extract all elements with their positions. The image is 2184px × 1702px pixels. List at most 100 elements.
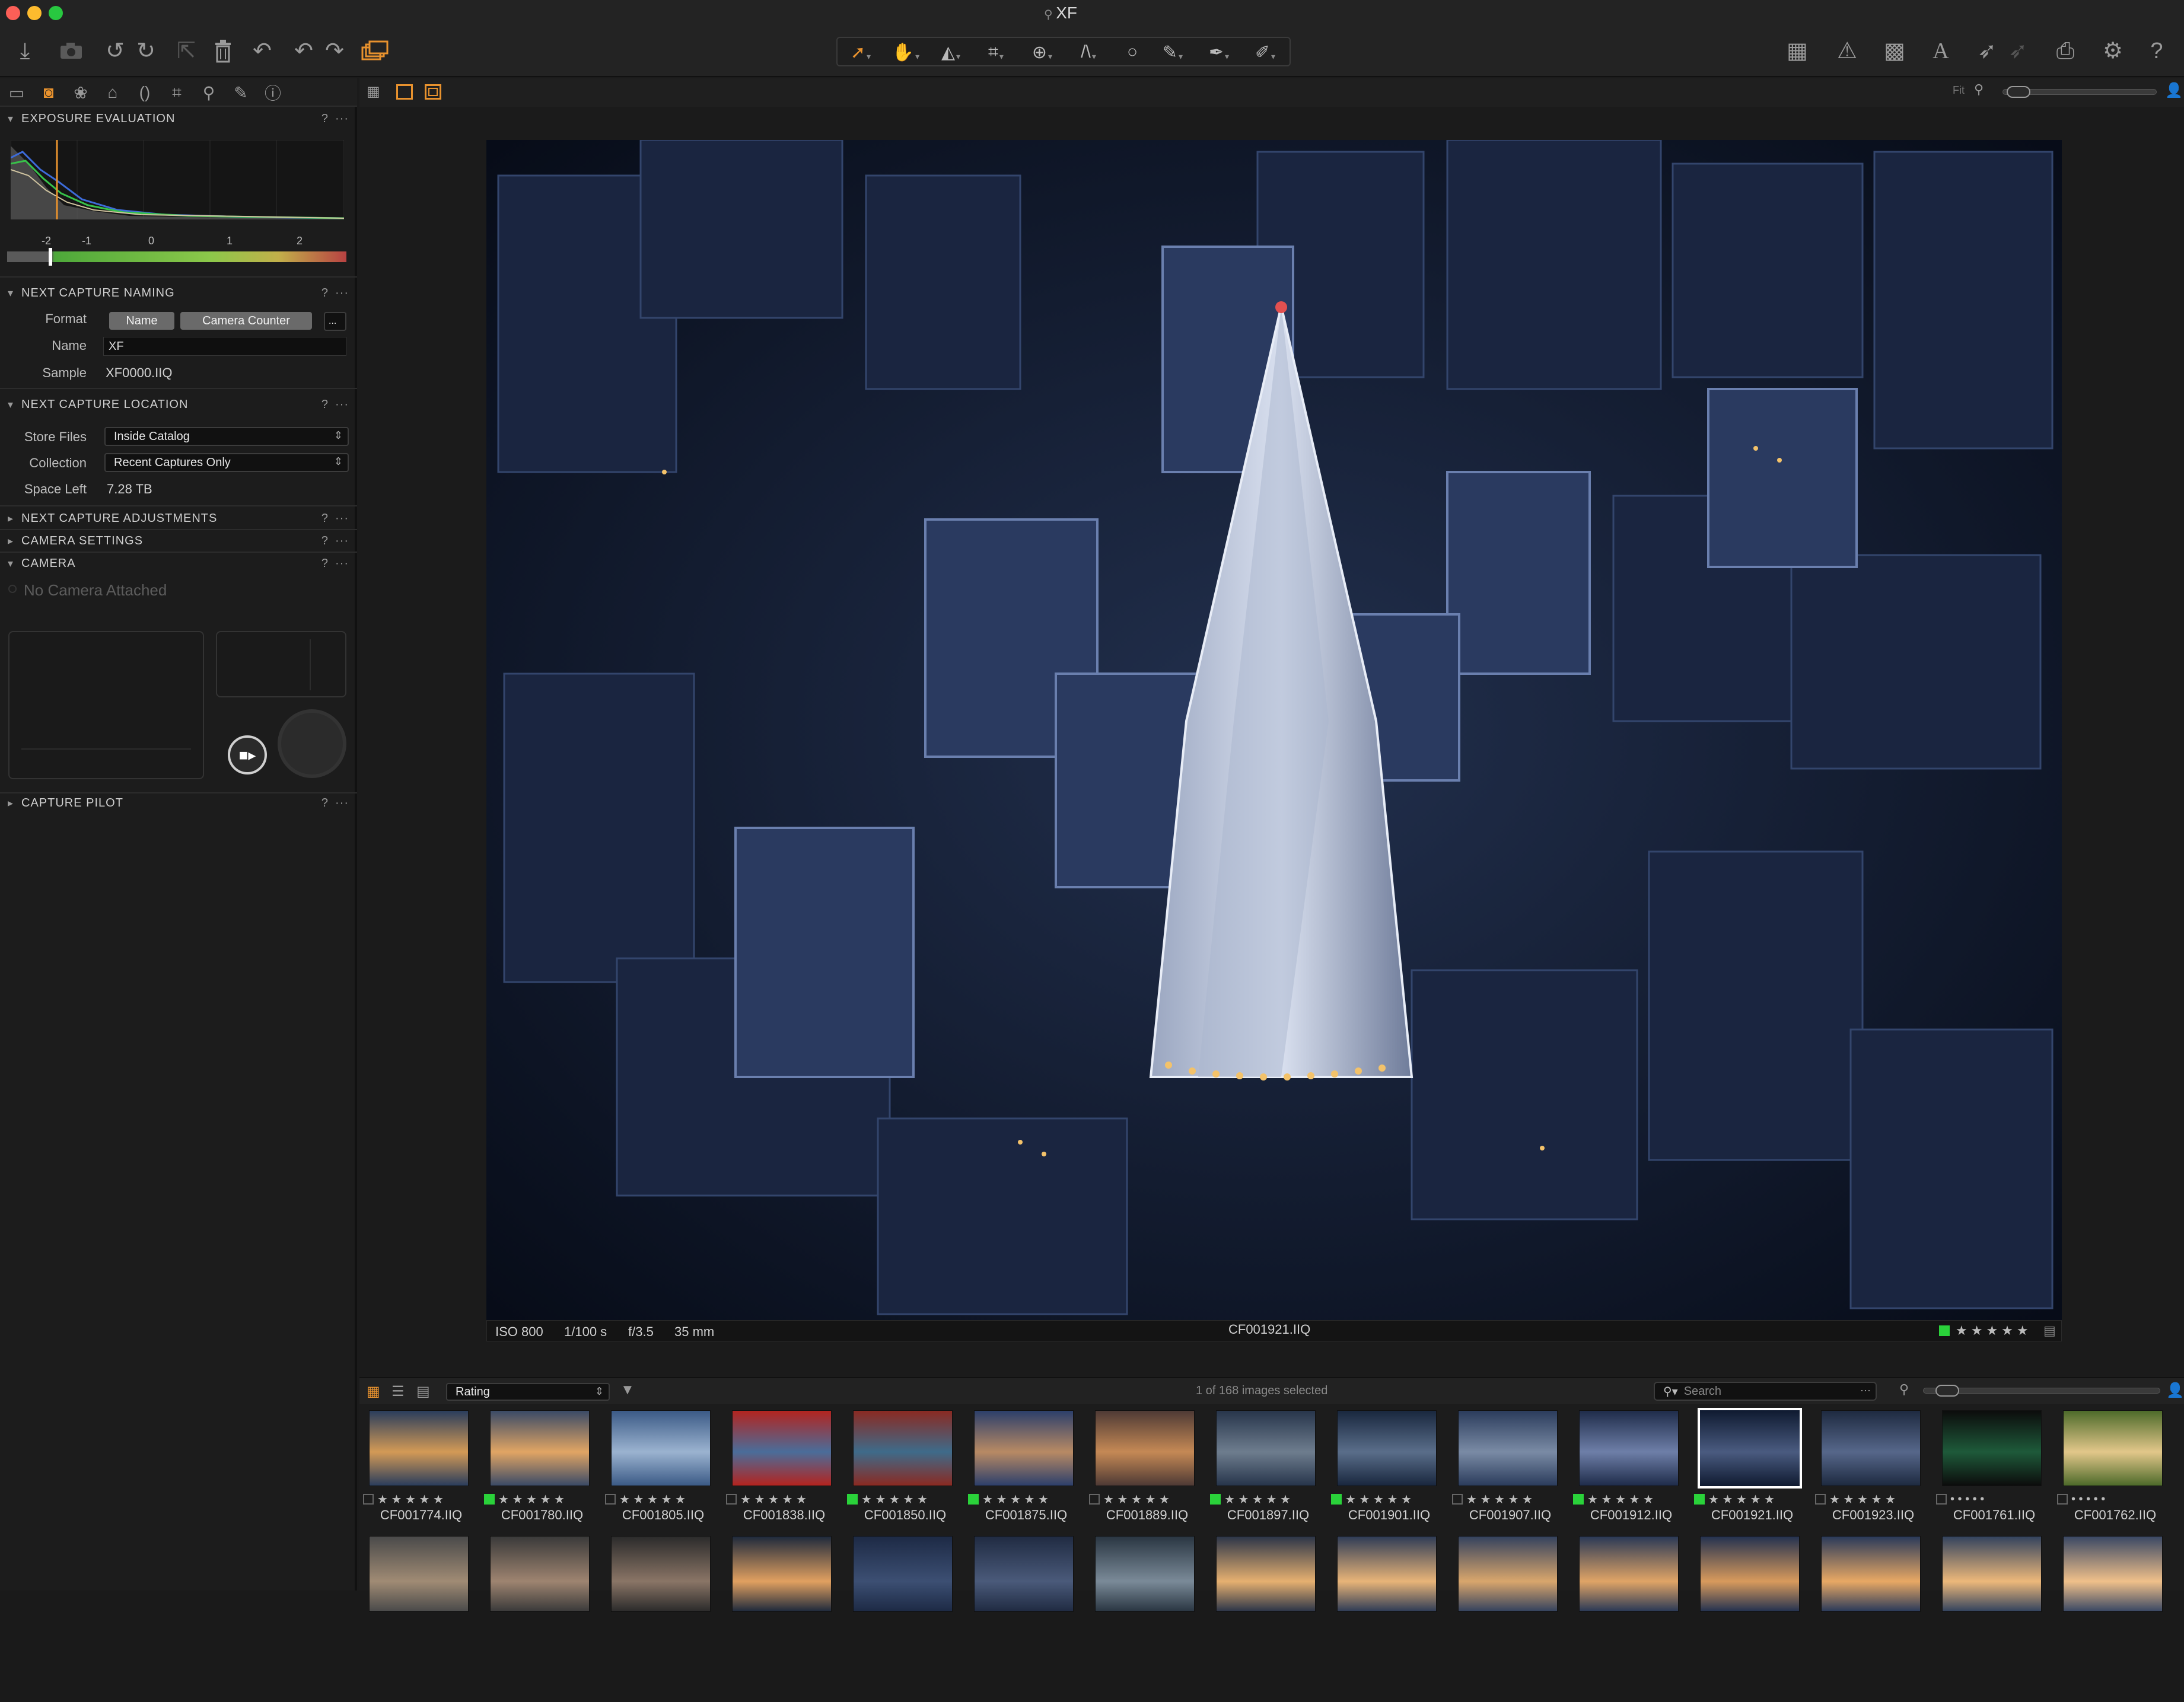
thumbnail-image[interactable] <box>1216 1410 1316 1486</box>
erase-tool-icon[interactable]: ✐ ▾ <box>1244 40 1286 64</box>
pick-icon[interactable]: ➶ <box>1973 37 2001 65</box>
composition-tab-icon[interactable]: ⌗ <box>165 81 189 104</box>
thumbnail-image[interactable] <box>1579 1536 1679 1612</box>
cursor-tool-icon[interactable]: ➚ ▾ <box>840 40 881 64</box>
thumbnail[interactable] <box>1088 1531 1204 1702</box>
print-icon[interactable]: ⎙ <box>2051 37 2080 65</box>
thumbnail-stars[interactable]: ★ ★ ★ ★ ★ <box>619 1492 686 1507</box>
exposure-indicator[interactable] <box>49 248 52 266</box>
color-tag-checkbox[interactable] <box>1936 1494 1947 1505</box>
color-tag-checkbox[interactable] <box>1694 1494 1705 1505</box>
more-icon[interactable]: ··· <box>335 796 349 810</box>
main-image[interactable] <box>486 140 2062 1320</box>
pan-tool-icon[interactable]: ✋ ▾ <box>885 40 927 64</box>
capture-location-header[interactable]: ▾ NEXT CAPTURE LOCATION ? ··· <box>0 394 357 415</box>
thumbnail-image[interactable] <box>1942 1410 2042 1486</box>
help-icon[interactable]: ? <box>321 286 329 300</box>
help-icon[interactable]: ? <box>321 796 329 810</box>
metadata-tab-icon[interactable]: ⓘ <box>261 81 285 104</box>
star-rating[interactable]: ★★★★★ <box>1956 1323 2032 1338</box>
help-icon[interactable]: ? <box>321 557 329 570</box>
thumbnail-stars[interactable]: ★ ★ ★ ★ ★ <box>1224 1492 1291 1507</box>
format-more-button[interactable]: ... <box>324 312 346 331</box>
browser-filmstrip-icon[interactable]: ▤ <box>416 1383 430 1400</box>
thumbnail-image[interactable] <box>611 1536 711 1612</box>
single-view-icon[interactable] <box>396 84 413 100</box>
thumbnail-slider-knob[interactable] <box>1935 1385 1959 1397</box>
undo-alt-icon[interactable]: ↶ <box>289 37 318 65</box>
stack-icon[interactable] <box>361 37 389 65</box>
rotate-right-icon[interactable]: ↻ <box>132 37 160 65</box>
capture-tab-icon[interactable]: ◙ <box>37 81 61 104</box>
thumbnail-image[interactable] <box>490 1536 590 1612</box>
thumbnail-image[interactable] <box>1458 1536 1558 1612</box>
trash-icon[interactable] <box>209 37 237 65</box>
rotate-left-icon[interactable]: ↺ <box>101 37 129 65</box>
thumbnail-image[interactable] <box>974 1410 1074 1486</box>
keystone-tool-icon[interactable]: /\ ▾ <box>1068 40 1109 64</box>
thumbnail[interactable] <box>362 1531 478 1702</box>
thumbnail-stars[interactable]: ★ ★ ★ ★ ★ <box>1103 1492 1170 1507</box>
name-field[interactable]: XF <box>103 337 346 356</box>
capture-pilot-header[interactable]: ▸ CAPTURE PILOT ? ··· <box>0 792 357 814</box>
import-icon[interactable]: ⤓ <box>11 37 39 65</box>
green-color-tag[interactable] <box>1939 1325 1950 1336</box>
camera-header[interactable]: ▾ CAMERA ? ··· <box>0 553 357 574</box>
thumbnail-image[interactable] <box>490 1410 590 1486</box>
thumbnail-image[interactable] <box>1337 1410 1437 1486</box>
levels-tool-icon[interactable]: ◭ ▾ <box>930 40 972 64</box>
multi-view-icon[interactable] <box>425 84 441 100</box>
rotate-tool-icon[interactable]: ⊕ ▾ <box>1021 40 1063 64</box>
thumbnail-stars[interactable]: • • • • • <box>2071 1493 2105 1506</box>
thumbnail-stars[interactable]: • • • • • <box>1950 1493 1984 1506</box>
camera-counter-token[interactable]: Camera Counter <box>180 312 312 330</box>
capture-adjustments-header[interactable]: ▸ NEXT CAPTURE ADJUSTMENTS ? ··· <box>0 508 357 529</box>
color-tag-checkbox[interactable] <box>1452 1494 1463 1505</box>
crop-tool-icon[interactable]: ⌗ ▾ <box>975 40 1017 64</box>
thumbnail[interactable] <box>1209 1531 1325 1702</box>
capture-button[interactable] <box>278 709 346 778</box>
thumbnail-image[interactable] <box>1579 1410 1679 1486</box>
thumbnail-image[interactable] <box>974 1536 1074 1612</box>
help-icon[interactable]: ? <box>2142 37 2171 65</box>
redo-icon[interactable]: ↷ <box>320 37 349 65</box>
thumbnail[interactable] <box>967 1531 1083 1702</box>
thumbnail[interactable] <box>1693 1531 1809 1702</box>
thumbnail-image[interactable] <box>1698 1408 1802 1489</box>
color-tag-checkbox[interactable] <box>968 1494 979 1505</box>
thumbnail-stars[interactable]: ★ ★ ★ ★ ★ <box>1587 1492 1654 1507</box>
minimize-window-button[interactable] <box>27 6 42 20</box>
thumbnail-stars[interactable]: ★ ★ ★ ★ ★ <box>740 1492 807 1507</box>
thumbnail-stars[interactable]: ★ ★ ★ ★ ★ <box>861 1492 928 1507</box>
browser-list-icon[interactable]: ☰ <box>391 1383 405 1400</box>
thumbnail-image[interactable] <box>369 1410 469 1486</box>
export-icon[interactable]: ⇱ <box>172 37 200 65</box>
camera-icon[interactable] <box>57 37 85 65</box>
store-files-select[interactable]: Inside Catalog ⇕ <box>104 427 349 446</box>
color-tag-checkbox[interactable] <box>847 1494 858 1505</box>
thumbnail-image[interactable] <box>1700 1536 1800 1612</box>
thumbnail-image[interactable] <box>2063 1536 2163 1612</box>
collection-select[interactable]: Recent Captures Only ⇕ <box>104 453 349 472</box>
color-tab-icon[interactable]: ❀ <box>69 81 93 104</box>
picker-tool-icon[interactable]: ✒ ▾ <box>1198 40 1240 64</box>
more-icon[interactable]: ··· <box>335 112 349 126</box>
thumbnail-stars[interactable]: ★ ★ ★ ★ ★ <box>1466 1492 1533 1507</box>
thumbnail[interactable] <box>2056 1531 2172 1702</box>
color-tag-checkbox[interactable] <box>1331 1494 1342 1505</box>
color-tag-checkbox[interactable] <box>1210 1494 1221 1505</box>
more-icon[interactable]: ··· <box>335 286 349 300</box>
thumbnail-stars[interactable]: ★ ★ ★ ★ ★ <box>377 1492 444 1507</box>
color-tag-checkbox[interactable] <box>2057 1494 2068 1505</box>
color-tag-checkbox[interactable] <box>605 1494 616 1505</box>
thumbnail[interactable] <box>725 1531 841 1702</box>
color-tag-checkbox[interactable] <box>484 1494 495 1505</box>
warning-icon[interactable]: ⚠ <box>1833 37 1861 65</box>
thumbnail-image[interactable] <box>611 1410 711 1486</box>
local-adjustments-tab-icon[interactable]: ✎ <box>229 81 253 104</box>
thumbnail[interactable] <box>483 1531 599 1702</box>
thumbnail-image[interactable] <box>1095 1536 1195 1612</box>
thumbnail-image[interactable] <box>1216 1536 1316 1612</box>
search-field[interactable]: ⚲▾ Search ··· <box>1654 1382 1877 1401</box>
filter-icon[interactable]: ▼ <box>620 1382 635 1398</box>
